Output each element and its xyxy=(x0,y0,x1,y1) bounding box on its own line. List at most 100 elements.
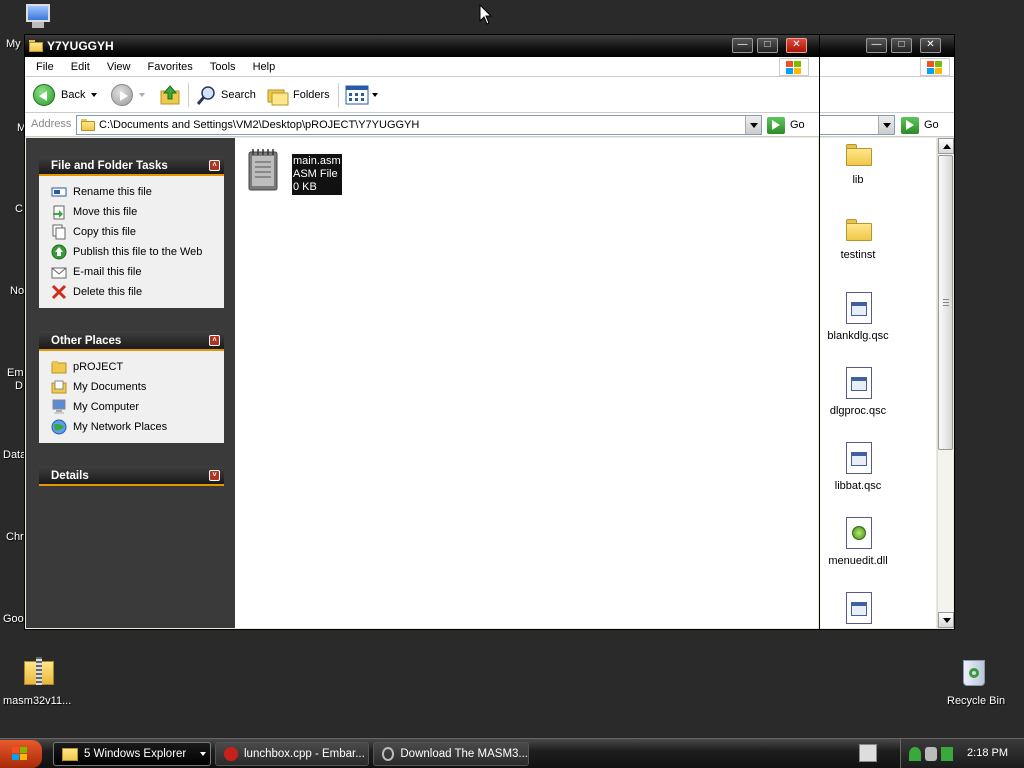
minimize-button[interactable]: — xyxy=(866,38,887,53)
address-bar: Address C:\Documents and Settings\VM2\De… xyxy=(25,113,819,137)
place-my-documents[interactable]: My Documents xyxy=(51,377,224,397)
task-delete[interactable]: Delete this file xyxy=(51,282,224,302)
mouse-cursor-icon xyxy=(479,4,493,25)
start-button[interactable] xyxy=(0,740,42,768)
up-folder-button[interactable] xyxy=(159,83,181,107)
taskbar-button-label: 5 Windows Explorer xyxy=(84,748,187,760)
my-computer-desktop-icon[interactable] xyxy=(22,2,54,32)
vertical-scrollbar[interactable] xyxy=(937,138,954,628)
window-title: Y7YUGGYH xyxy=(47,39,114,53)
place-network[interactable]: My Network Places xyxy=(51,417,224,437)
taskbar-explorer-group[interactable]: 5 Windows Explorer xyxy=(53,742,211,766)
background-address-field[interactable] xyxy=(819,115,895,135)
background-window-titlebar[interactable]: — □ ✕ xyxy=(819,35,954,57)
task-move[interactable]: Move this file xyxy=(51,202,224,222)
windows-logo-icon xyxy=(12,747,28,761)
keyboard-icon[interactable] xyxy=(859,744,877,762)
dll-file-icon xyxy=(846,517,872,549)
close-button[interactable]: ✕ xyxy=(920,38,941,53)
search-button[interactable]: Search xyxy=(195,83,256,107)
collapse-chevron-icon[interactable]: ˄ xyxy=(209,335,220,346)
scroll-up-button[interactable] xyxy=(938,138,954,154)
maximize-button[interactable]: □ xyxy=(891,38,912,53)
views-button[interactable] xyxy=(345,83,378,107)
address-dropdown-button[interactable] xyxy=(878,116,894,134)
views-icon xyxy=(345,85,369,105)
address-field[interactable]: C:\Documents and Settings\VM2\Desktop\pR… xyxy=(76,115,762,135)
scroll-down-button[interactable] xyxy=(938,612,954,628)
other-places-header[interactable]: Other Places ˄ xyxy=(39,331,224,351)
menu-tools[interactable]: Tools xyxy=(203,57,243,73)
task-publish[interactable]: Publish this file to the Web xyxy=(51,242,224,262)
task-rename[interactable]: Rename this file xyxy=(51,182,224,202)
close-button[interactable]: ✕ xyxy=(786,38,807,53)
recycle-bin-label[interactable]: Recycle Bin xyxy=(947,695,1005,707)
masm-zip-label[interactable]: masm32v11... xyxy=(3,695,71,707)
menu-edit[interactable]: Edit xyxy=(64,57,97,73)
file-item[interactable]: testinst xyxy=(820,219,938,269)
views-dropdown-icon[interactable] xyxy=(372,93,378,97)
my-computer-icon xyxy=(52,399,66,414)
folder-icon xyxy=(51,361,67,374)
folder-icon xyxy=(81,119,95,131)
masm-zip-icon[interactable] xyxy=(22,657,56,687)
clock[interactable]: 2:18 PM xyxy=(967,747,1008,759)
folders-label: Folders xyxy=(293,89,330,101)
address-dropdown-button[interactable] xyxy=(745,116,761,134)
maximize-button[interactable]: □ xyxy=(757,38,778,53)
copy-icon xyxy=(52,224,66,240)
file-item-label: testinst xyxy=(840,249,876,261)
taskbar-embarcadero[interactable]: lunchbox.cpp - Embar... xyxy=(215,742,369,766)
expand-chevron-icon[interactable]: ˅ xyxy=(209,470,220,481)
connection-icon[interactable] xyxy=(941,747,953,761)
file-item[interactable]: menuedit.dll xyxy=(820,517,938,571)
file-item-main-asm[interactable]: main.asm ASM File 0 KB xyxy=(247,148,343,195)
menu-favorites[interactable]: Favorites xyxy=(141,57,200,73)
folder-icon xyxy=(846,144,872,166)
file-item[interactable]: blankdlg.qsc xyxy=(820,292,938,346)
file-item[interactable]: dlgproc.qsc xyxy=(820,367,938,421)
menu-file[interactable]: File xyxy=(25,57,61,73)
file-item-label: libbat.qsc xyxy=(834,480,882,492)
place-my-computer[interactable]: My Computer xyxy=(51,397,224,417)
place-project[interactable]: pROJECT xyxy=(51,357,224,377)
background-explorer-window[interactable]: — □ ✕ Go lib testinst blankdlg.qsc dlgpr… xyxy=(818,34,955,630)
taskbar-download-masm[interactable]: Download The MASM3... xyxy=(373,742,529,766)
background-file-list[interactable]: lib testinst blankdlg.qsc dlgproc.qsc li… xyxy=(820,138,936,628)
file-folder-tasks-header[interactable]: File and Folder Tasks ˄ xyxy=(39,156,224,176)
menu-view[interactable]: View xyxy=(100,57,138,73)
minimize-button[interactable]: — xyxy=(732,38,753,53)
back-dropdown-icon[interactable] xyxy=(91,93,98,97)
task-label: E-mail this file xyxy=(73,266,142,278)
qsc-file-icon xyxy=(846,592,872,624)
folders-button[interactable]: Folders xyxy=(267,83,330,107)
file-item-label: menuedit.dll xyxy=(828,555,888,567)
recycle-bin-icon[interactable] xyxy=(960,656,988,688)
network-icon[interactable] xyxy=(909,747,921,761)
collapse-chevron-icon[interactable]: ˄ xyxy=(209,160,220,171)
file-item[interactable]: lib xyxy=(820,144,938,194)
forward-dropdown-icon[interactable] xyxy=(139,93,145,97)
go-button[interactable]: Go xyxy=(901,116,939,134)
details-header[interactable]: Details ˅ xyxy=(39,466,224,486)
back-button[interactable]: Back xyxy=(33,83,98,107)
audio-icon[interactable] xyxy=(925,747,937,761)
task-email[interactable]: E-mail this file xyxy=(51,262,224,282)
up-folder-icon xyxy=(160,85,180,105)
task-label: Rename this file xyxy=(73,186,152,198)
file-item[interactable] xyxy=(820,592,938,630)
go-button[interactable]: Go xyxy=(767,116,805,134)
scroll-thumb[interactable] xyxy=(938,155,953,450)
window-titlebar[interactable]: Y7YUGGYH — □ ✕ xyxy=(25,35,819,57)
windows-logo-icon xyxy=(779,58,809,76)
task-copy[interactable]: Copy this file xyxy=(51,222,224,242)
forward-button[interactable] xyxy=(111,83,145,107)
notepad-file-icon xyxy=(248,149,278,191)
file-item[interactable]: libbat.qsc xyxy=(820,442,938,496)
explorer-window[interactable]: Y7YUGGYH — □ ✕ File Edit View Favorites … xyxy=(24,34,820,630)
file-tasks-list: Rename this file Move this file Copy thi… xyxy=(39,176,224,308)
file-list-area[interactable]: main.asm ASM File 0 KB xyxy=(235,138,818,628)
menu-help[interactable]: Help xyxy=(246,57,283,73)
task-label: Publish this file to the Web xyxy=(73,246,203,258)
task-label: Move this file xyxy=(73,206,138,218)
